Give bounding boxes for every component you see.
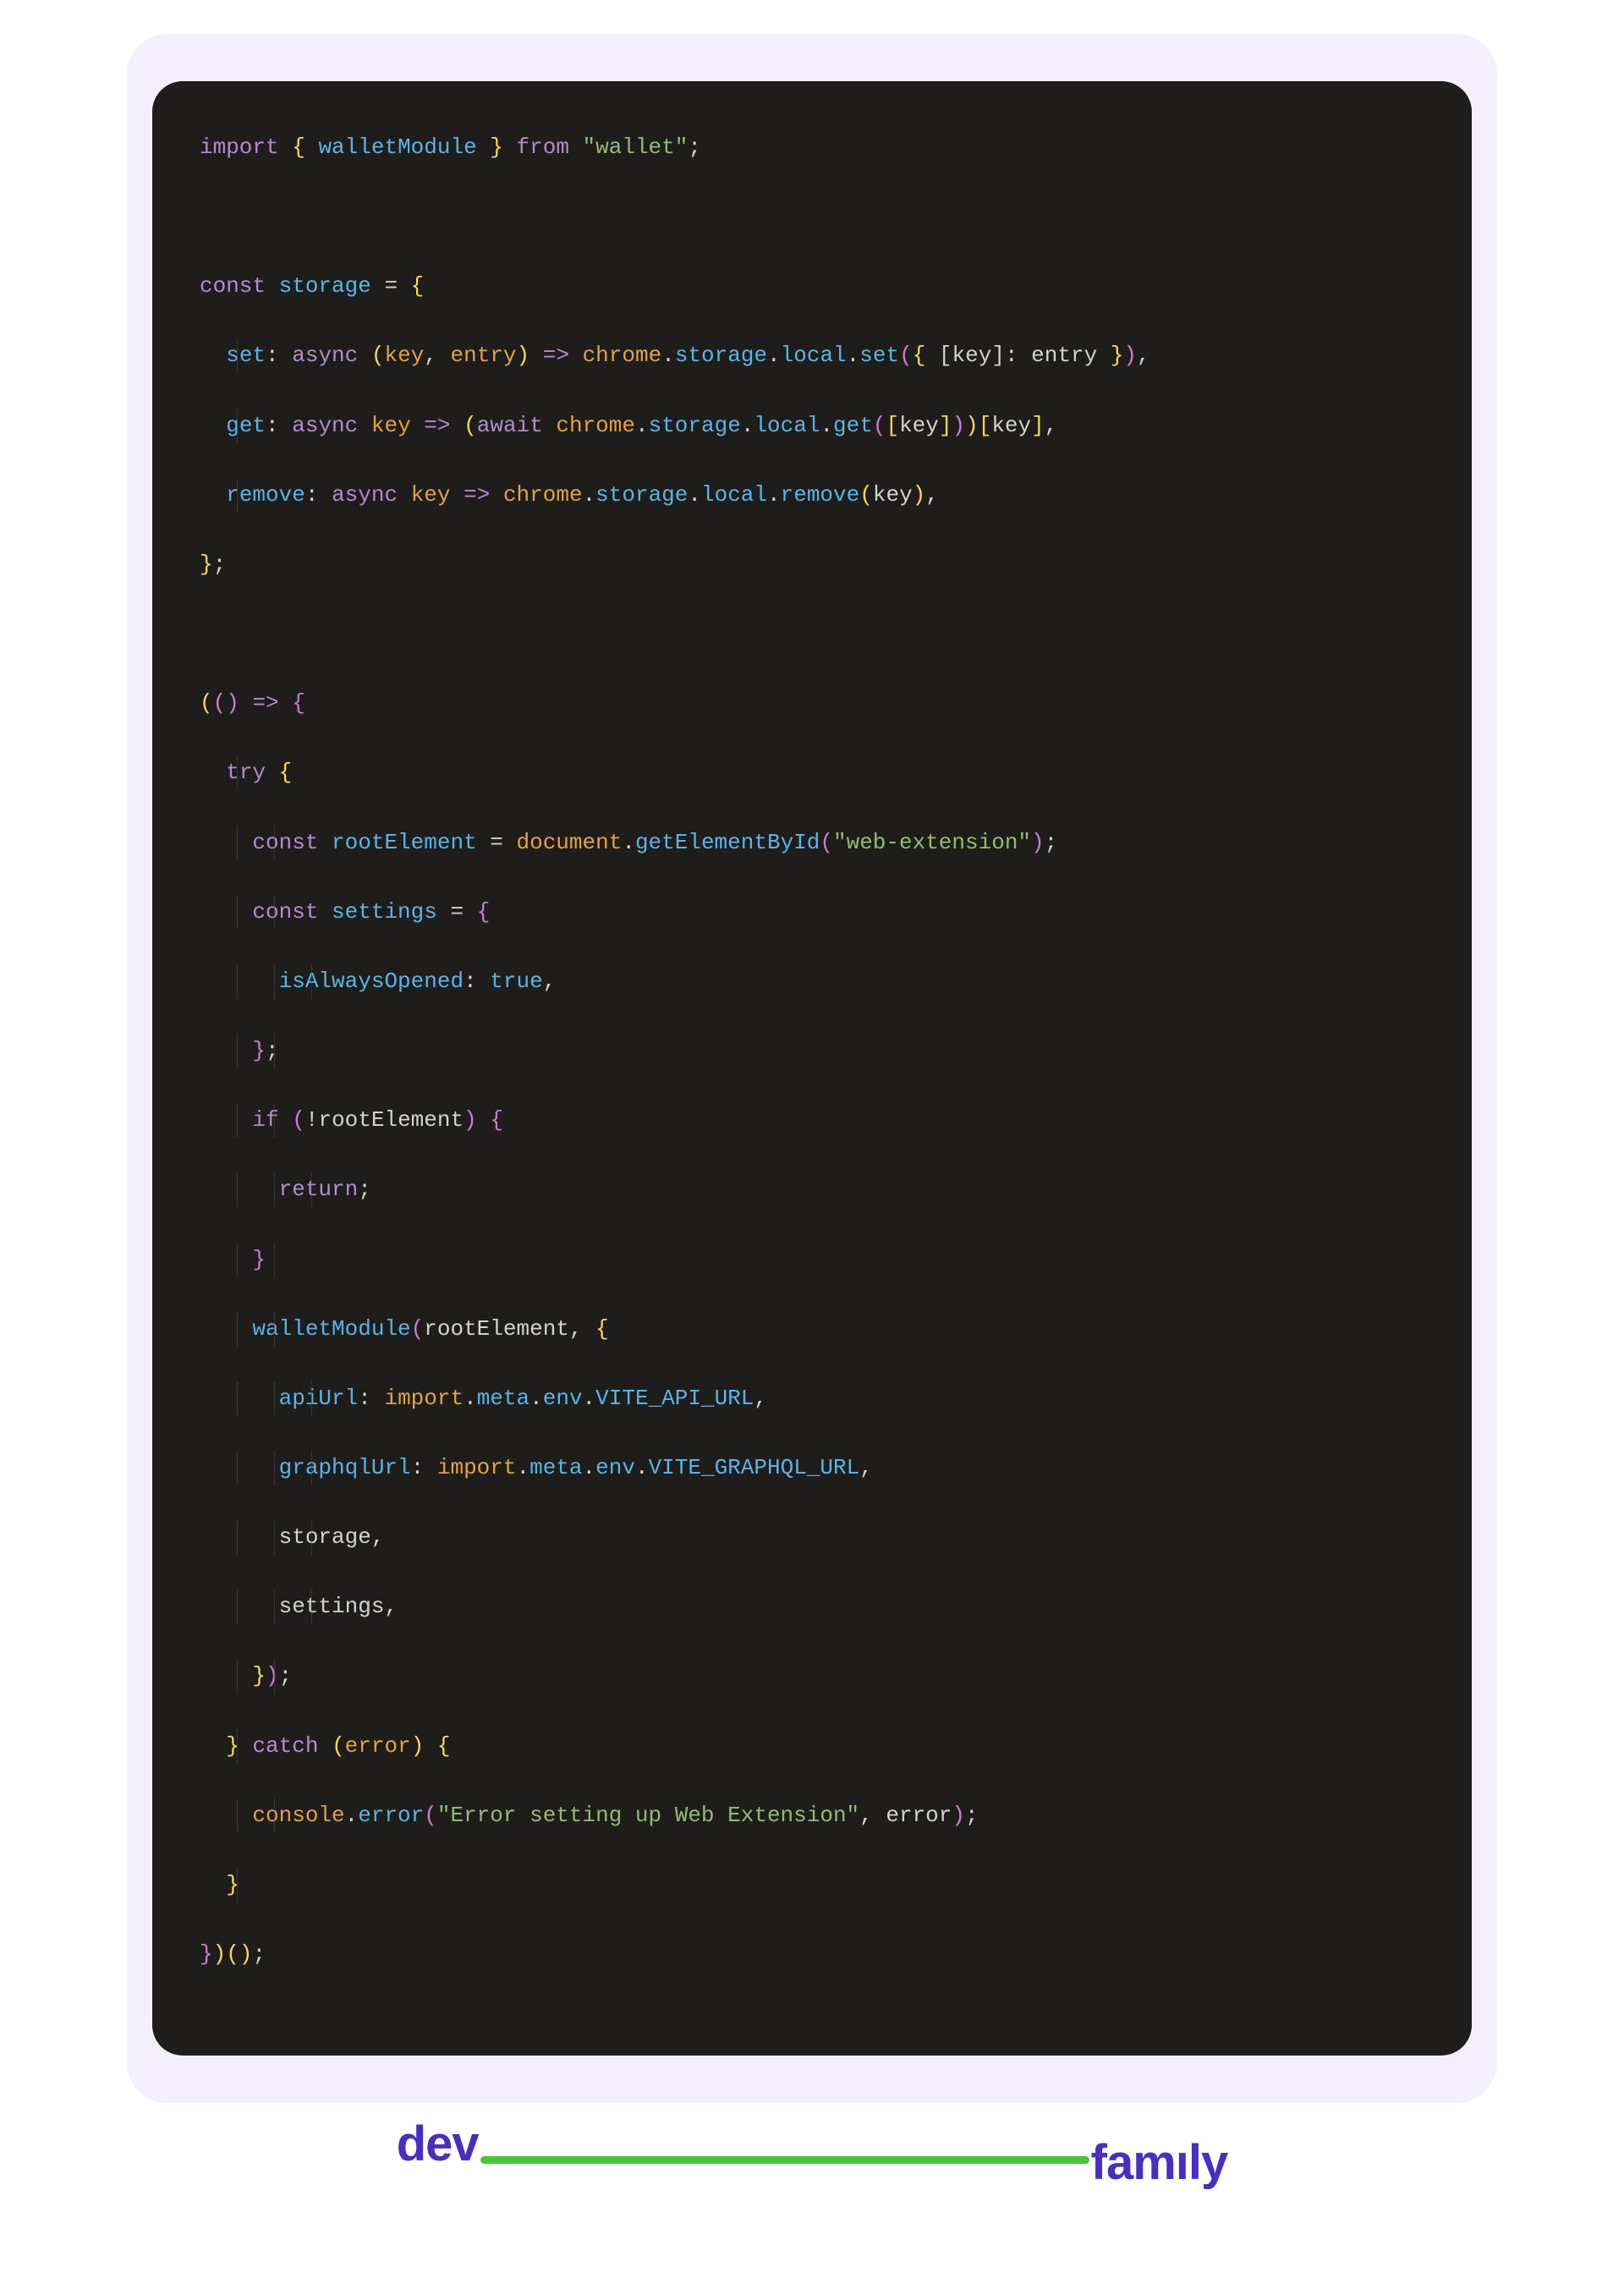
code-line: import { walletModule } from "wallet"; bbox=[200, 130, 1424, 165]
logo-text-dev: dev bbox=[397, 2120, 479, 2169]
code-line: (() => { bbox=[200, 686, 1424, 721]
code-line: isAlwaysOpened: true, bbox=[200, 964, 1424, 999]
code-line: }); bbox=[200, 1659, 1424, 1693]
code-line: set: async (key, entry) => chrome.storag… bbox=[200, 338, 1424, 373]
code-card: import { walletModule } from "wallet"; c… bbox=[127, 34, 1497, 2103]
code-line: remove: async key => chrome.storage.loca… bbox=[200, 478, 1424, 513]
code-line: const settings = { bbox=[200, 895, 1424, 930]
code-snippet: import { walletModule } from "wallet"; c… bbox=[152, 81, 1472, 2056]
code-line: apiUrl: import.meta.env.VITE_API_URL, bbox=[200, 1381, 1424, 1416]
code-line bbox=[200, 200, 1424, 234]
logo-text-family: famıly bbox=[1091, 2138, 1228, 2187]
code-line: graphqlUrl: import.meta.env.VITE_GRAPHQL… bbox=[200, 1451, 1424, 1485]
code-line: try { bbox=[200, 755, 1424, 790]
code-line: storage, bbox=[200, 1520, 1424, 1555]
logo-line bbox=[480, 2156, 1089, 2164]
page: import { walletModule } from "wallet"; c… bbox=[0, 0, 1624, 2289]
code-line: } catch (error) { bbox=[200, 1729, 1424, 1764]
code-line: const rootElement = document.getElementB… bbox=[200, 826, 1424, 860]
code-line: }; bbox=[200, 1034, 1424, 1068]
code-line: walletModule(rootElement, { bbox=[200, 1312, 1424, 1347]
code-line: get: async key => (await chrome.storage.… bbox=[200, 409, 1424, 443]
logo: dev famıly bbox=[127, 2120, 1497, 2187]
code-line bbox=[200, 617, 1424, 651]
code-line: return; bbox=[200, 1172, 1424, 1207]
code-line: })(); bbox=[200, 1937, 1424, 1972]
code-line: if (!rootElement) { bbox=[200, 1103, 1424, 1138]
code-line: }; bbox=[200, 547, 1424, 582]
code-line: } bbox=[200, 1243, 1424, 1277]
code-line: const storage = { bbox=[200, 269, 1424, 304]
code-line: settings, bbox=[200, 1589, 1424, 1624]
code-line: } bbox=[200, 1868, 1424, 1902]
code-line: console.error("Error setting up Web Exte… bbox=[200, 1798, 1424, 1833]
